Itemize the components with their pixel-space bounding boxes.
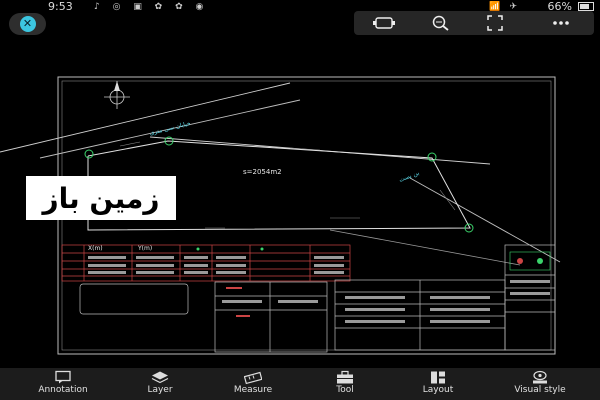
nav-layer-label: Layer [147,385,173,395]
nav-tool[interactable]: Tool [312,368,378,400]
nav-layout[interactable]: Layout [400,368,476,400]
layout-icon [431,371,445,384]
more-icon[interactable] [546,11,576,35]
status-time: 9:53 [48,0,73,13]
road-right-diagonal [409,177,561,263]
bottom-nav: Annotation Layer Measure Tool Layout Vis… [0,368,600,400]
cad-viewer-app: 9:53 ♪ ◎ ▣ ✿ ✿ ◉ 📶 ✈ 66% ✕ خیابان سی متر… [0,0,600,400]
layer-icon [151,371,169,384]
nav-measure-label: Measure [233,385,273,395]
nav-annotation[interactable]: Annotation [18,368,108,400]
close-icon: ✕ [19,16,36,32]
visual-style-icon [533,370,547,384]
fullscreen-icon[interactable] [480,11,510,35]
measure-icon [244,371,262,385]
coordinate-table-header-markers [196,247,264,251]
title-block-text [222,280,550,323]
nav-visual-style[interactable]: Visual style [490,368,590,400]
table-header-x: X(m) [88,245,103,252]
road-edge-upper [0,82,291,153]
zoom-search-icon[interactable] [426,11,456,35]
battery-icon [578,2,594,11]
coordinate-table-cells [88,256,344,274]
coordinate-table [61,244,351,282]
close-button[interactable]: ✕ [9,13,46,35]
nav-layout-label: Layout [422,385,454,395]
layers-toggle-icon[interactable] [369,11,399,35]
nav-visual-style-label: Visual style [514,385,566,395]
nav-measure[interactable]: Measure [214,368,292,400]
annotation-icon [55,370,71,384]
table-header-y: Y(m) [138,245,153,252]
nav-tool-label: Tool [336,385,354,395]
north-arrow-icon [104,81,130,109]
road-right-lower [329,229,521,266]
road-label-top: خیابان سی متری [149,120,192,137]
watermark-logo: زمین باز [26,176,176,220]
top-toolbar [354,11,594,35]
nav-annotation-label: Annotation [38,385,88,395]
notification-icons: ♪ ◎ ▣ ✿ ✿ ◉ [94,2,209,12]
parcel-area-label: s=2054m2 [243,168,282,176]
nav-layer[interactable]: Layer [125,368,195,400]
watermark-text: زمین باز [42,181,160,215]
toolbox-icon [337,370,353,384]
title-block-logo [509,251,551,271]
